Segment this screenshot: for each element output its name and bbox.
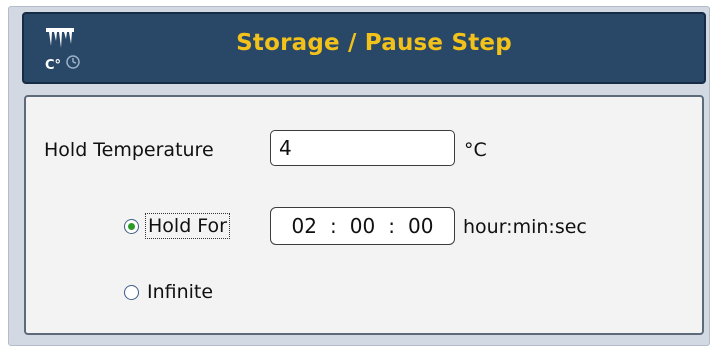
settings-panel: Hold Temperature 4 °C Hold For 02 : 00 :… — [24, 95, 704, 335]
time-hours[interactable]: 02 — [292, 214, 317, 238]
time-separator: : — [329, 214, 337, 238]
time-format-label: hour:min:sec — [463, 216, 587, 238]
title-bar: C° Storage / Pause Step — [22, 12, 706, 84]
dialog-title: Storage / Pause Step — [236, 30, 512, 56]
temperature-unit-label: °C — [464, 139, 487, 161]
hold-temperature-label: Hold Temperature — [44, 139, 214, 161]
hold-for-label: Hold For — [145, 213, 230, 239]
hold-temperature-input[interactable]: 4 — [270, 130, 455, 166]
radio-circle — [124, 218, 139, 234]
infinite-radio[interactable]: Infinite — [124, 280, 215, 304]
time-separator: : — [388, 214, 395, 238]
infinite-label: Infinite — [147, 281, 214, 303]
icon-text: C° — [45, 58, 61, 73]
radio-circle — [124, 284, 139, 300]
time-seconds[interactable]: 00 — [408, 214, 433, 238]
hold-time-input[interactable]: 02 : 00 : 00 — [270, 207, 455, 245]
radio-dot — [128, 222, 135, 230]
time-minutes[interactable]: 00 — [350, 214, 375, 238]
hold-for-radio[interactable]: Hold For — [124, 213, 230, 239]
